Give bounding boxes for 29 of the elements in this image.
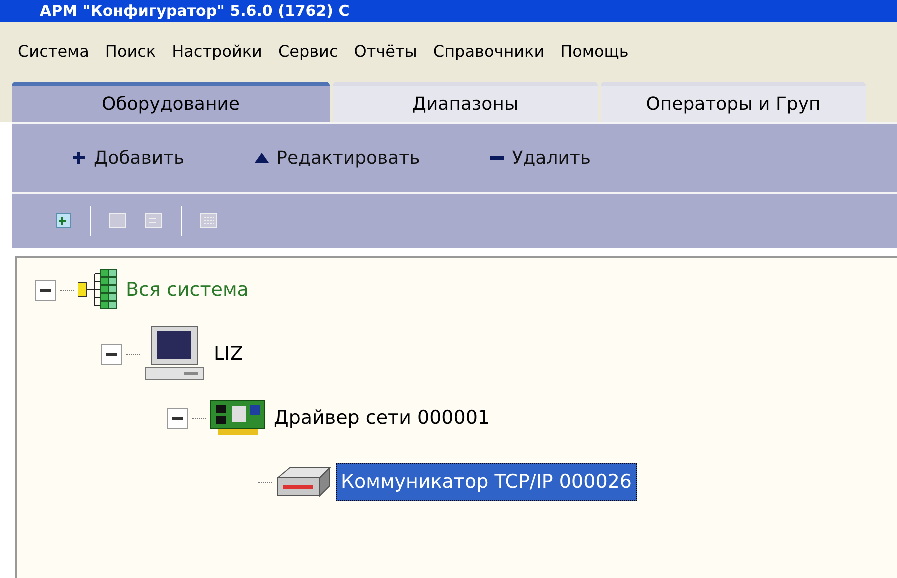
add-node-icon[interactable] xyxy=(56,213,72,229)
toolbar-button[interactable]: Редактировать xyxy=(254,144,420,172)
menu-item[interactable]: Помощь xyxy=(560,40,629,64)
tab[interactable]: Операторы и Груп xyxy=(601,82,866,122)
menu-item[interactable]: Сервис xyxy=(278,40,338,64)
plus-icon xyxy=(72,151,86,165)
window-title: АРМ "Конфигуратор" 5.6.0 (1762) С xyxy=(40,0,350,22)
toolbar-button[interactable]: Удалить xyxy=(490,144,591,172)
toolbar-button[interactable]: Добавить xyxy=(72,144,185,172)
circuit-board-icon xyxy=(210,400,266,436)
collapse-toggle[interactable] xyxy=(35,280,56,300)
tab[interactable]: Диапазоны xyxy=(333,82,598,122)
tree-item[interactable]: LIZ xyxy=(210,336,248,372)
collapse-toggle[interactable] xyxy=(101,344,122,364)
tab[interactable]: Оборудование xyxy=(12,82,330,122)
network-device-icon xyxy=(276,466,332,498)
menu-item[interactable]: Отчёты xyxy=(354,40,418,64)
menu-item[interactable]: Система xyxy=(18,40,90,64)
computer-icon xyxy=(144,326,206,382)
minus-icon xyxy=(490,156,504,160)
tree-item[interactable]: Вся система xyxy=(122,272,253,308)
collapse-toggle[interactable] xyxy=(167,408,188,428)
menu-item[interactable]: Поиск xyxy=(105,40,156,64)
hierarchy-icon xyxy=(78,269,118,311)
tree-item[interactable]: Драйвер сети 000001 xyxy=(270,400,494,436)
triangle-up-icon xyxy=(254,153,269,163)
tree-item[interactable]: Коммуникатор TCP/IP 000026 xyxy=(336,462,637,502)
menu-item[interactable]: Справочники xyxy=(433,40,545,64)
menu-item[interactable]: Настройки xyxy=(172,40,262,64)
